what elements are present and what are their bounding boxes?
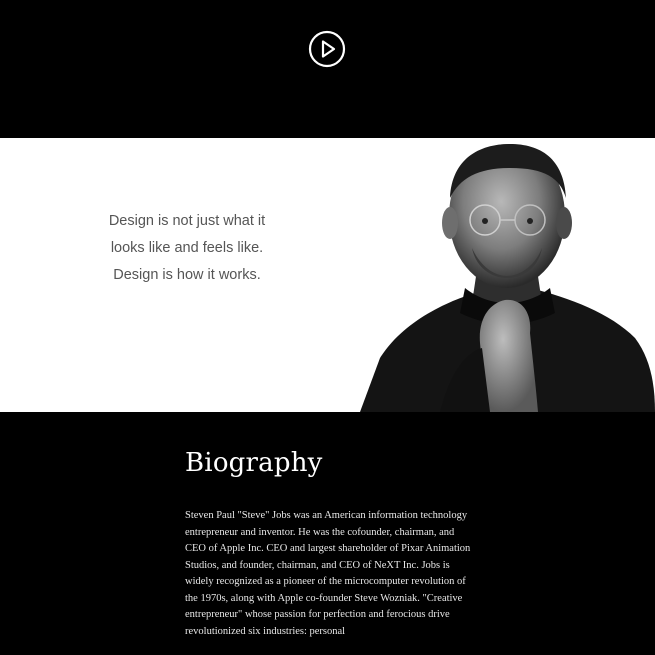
- biography-title: Biography: [185, 448, 323, 478]
- biography-text: Steven Paul "Steve" Jobs was an American…: [185, 510, 471, 637]
- biography-section: Biography Steven Paul "Steve" Jobs was a…: [0, 412, 655, 655]
- hero-section: Design is not just what it looks like an…: [0, 138, 655, 412]
- play-button[interactable]: [307, 29, 347, 69]
- header: [0, 0, 655, 138]
- quote-line: Design is how it works.: [113, 267, 261, 283]
- design-quote: Design is not just what it looks like an…: [62, 208, 312, 289]
- quote-line: looks like and feels like.: [110, 240, 264, 256]
- portrait-photo: [360, 138, 655, 412]
- play-circle-icon: [308, 30, 346, 68]
- quote-line: Design is not just what it: [108, 213, 266, 229]
